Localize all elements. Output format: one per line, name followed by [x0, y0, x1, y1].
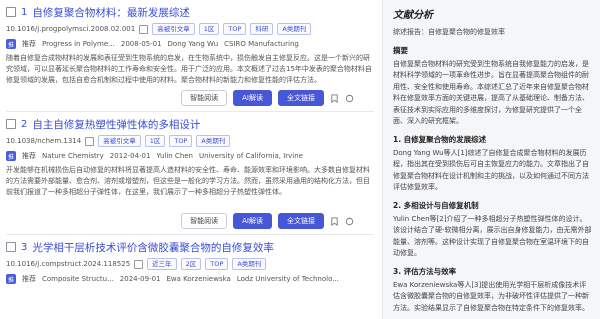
bookmark-icon[interactable]	[330, 216, 339, 226]
section-text: Yulin Chen等[2]介绍了一种多相超分子热塑性弹性体的设计。该设计结合了…	[393, 214, 592, 258]
publish-date: 2008-05-01	[120, 40, 162, 48]
affiliation: CSIRO Manufacturing	[224, 40, 299, 48]
select-checkbox[interactable]	[6, 7, 16, 17]
paper-item: 2 自主自修复热塑性弹性体的多相设计 10.1038/nchem.1314 高被…	[0, 115, 382, 235]
paper-tag: 高被引文章	[98, 135, 141, 147]
journal-name: Composite Structu...	[42, 275, 114, 283]
paper-tag: A类期刊	[232, 258, 267, 270]
paper-tag: 1区	[198, 23, 220, 35]
journal-name: Progress in Polyme...	[42, 40, 115, 48]
paper-doi: 10.1016/j.progpolymsci.2008.02.001	[6, 25, 136, 33]
ai-read-button[interactable]: AI解读	[233, 213, 272, 229]
author-name[interactable]: Yulin Chen	[156, 152, 193, 160]
paper-tag: 科研	[250, 23, 274, 35]
paper-tag: TOP	[205, 258, 229, 270]
section-text: Dong Yang Wu等人[1]综述了自修复合成聚合物材料的发展历程，指出其在…	[393, 148, 589, 192]
source-label: 推荐	[22, 40, 36, 48]
fulltext-link-button[interactable]: 全文链接	[278, 213, 324, 229]
fulltext-link-button[interactable]: 全文链接	[278, 90, 324, 106]
paper-title-link[interactable]: 自修复聚合物材料：最新发展综述	[32, 5, 190, 20]
source-label: 推荐	[22, 152, 36, 160]
publish-date: 2012-04-01	[109, 152, 151, 160]
copy-icon[interactable]	[134, 259, 144, 269]
paper-tag: TOP	[223, 23, 247, 35]
paper-tag: A类期刊	[277, 23, 312, 35]
author-name[interactable]: Ewa Korzeniewska	[166, 275, 230, 283]
paper-index: 2	[21, 118, 28, 130]
source-label: 推荐	[22, 275, 36, 283]
paper-tag: A类期刊	[196, 135, 231, 147]
paper-doi: 10.1016/j.compstruct.2024.118525	[6, 260, 131, 268]
recommend-badge: 推	[6, 151, 16, 161]
section-text: Ewa Korzeniewska等人[3]提出使用光学相干层析成像技术评估含微胶…	[393, 280, 589, 312]
paper-abstract: 开发能够在机械损伤后自动修复的材料将显著提高人造材料的安全性、寿命、能源效率和环…	[6, 166, 370, 196]
select-checkbox[interactable]	[6, 242, 16, 252]
copy-icon[interactable]	[139, 24, 149, 34]
smart-read-button[interactable]: 智能阅读	[181, 213, 228, 229]
author-name[interactable]: Dong Yang Wu	[168, 40, 219, 48]
section-heading: 2. 多相设计与自修复机制	[393, 200, 479, 210]
paper-tag: 2区	[180, 258, 202, 270]
ai-read-button[interactable]: AI解读	[233, 90, 272, 106]
paper-tag: 高被引文章	[152, 23, 195, 35]
paper-tag: 1区	[144, 135, 166, 147]
divider	[6, 234, 374, 235]
summary-label: 综述报告：自修复聚合物的修复效率	[393, 28, 505, 36]
recommend-badge: 推	[6, 39, 16, 49]
select-checkbox[interactable]	[6, 119, 16, 129]
results-list: 1 自修复聚合物材料：最新发展综述 10.1016/j.progpolymsci…	[0, 0, 382, 319]
paper-title-link[interactable]: 光学相干层析技术评价含微胶囊聚合物的自修复效率	[32, 240, 274, 255]
paper-abstract: 随着自修复合成物材料的发展和表征受到生物系统的启发，在生物系统中，损伤触发自主修…	[6, 54, 372, 84]
affiliation: Lodz University of Technolo...	[236, 275, 339, 283]
abstract-text: 自修复聚合物材料的研究受到生物系统自我修复能力的启发，是材料科学领域的一项革命性…	[393, 59, 589, 126]
paper-index: 1	[21, 6, 28, 18]
section-heading: 3. 评估方法与效率	[393, 266, 457, 276]
analysis-title: 文献分析	[393, 10, 433, 21]
paper-item: 1 自修复聚合物材料：最新发展综述 10.1016/j.progpolymsci…	[0, 0, 382, 112]
paper-item: 3 光学相干层析技术评价含微胶囊聚合物的自修复效率 10.1016/j.comp…	[0, 238, 382, 285]
publish-date: 2024-09-01	[119, 275, 161, 283]
section-heading: 1. 自修复聚合物的发展综述	[393, 134, 487, 144]
copy-icon[interactable]	[85, 136, 95, 146]
divider	[6, 111, 374, 112]
bookmark-icon[interactable]	[330, 93, 339, 103]
share-icon[interactable]	[345, 217, 354, 226]
paper-doi: 10.1038/nchem.1314	[6, 137, 82, 145]
paper-tag: TOP	[169, 135, 193, 147]
smart-read-button[interactable]: 智能阅读	[181, 90, 228, 106]
analysis-panel: 文献分析 综述报告：自修复聚合物的修复效率 摘要 自修复聚合物材料的研究受到生物…	[382, 0, 600, 319]
paper-tag: 近三年	[147, 258, 177, 270]
paper-index: 3	[21, 241, 28, 253]
paper-title-link[interactable]: 自主自修复热塑性弹性体的多相设计	[32, 117, 200, 132]
share-icon[interactable]	[345, 94, 354, 103]
abstract-heading: 摘要	[393, 45, 408, 55]
affiliation: University of California, Irvine	[199, 152, 303, 160]
journal-name: Nature Chemistry	[42, 152, 104, 160]
recommend-badge: 推	[6, 274, 16, 284]
app-root: 1 自修复聚合物材料：最新发展综述 10.1016/j.progpolymsci…	[0, 0, 600, 319]
